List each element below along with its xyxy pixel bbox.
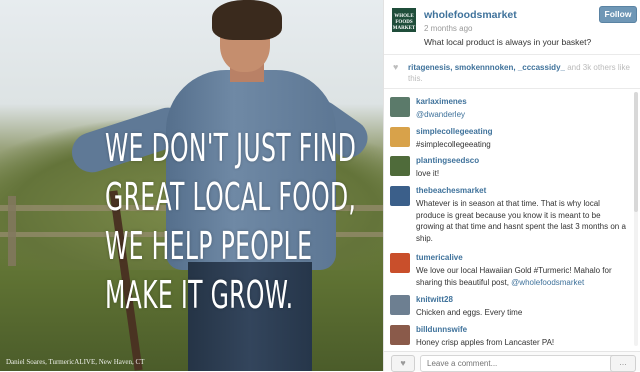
overlay-line: WE HELP PEOPLE <box>105 224 313 268</box>
comment-text: Chicken and eggs. Every time <box>416 308 523 317</box>
comment-text: love it! <box>416 169 440 178</box>
scrollbar-thumb[interactable] <box>634 92 638 212</box>
avatar[interactable] <box>390 156 410 176</box>
photo-overlay-text: WE DON'T JUST FIND GREAT LOCAL FOOD, WE … <box>105 124 357 320</box>
comment-text: We love our local Hawaiian Gold #Turmeri… <box>416 265 626 288</box>
comments-list[interactable]: karlaximenes @dwanderley simplecollegeea… <box>384 89 640 351</box>
comments-scrollbar[interactable] <box>634 92 638 346</box>
more-options-button[interactable]: ... <box>610 355 636 372</box>
comment-mention[interactable]: @wholefoodsmarket <box>511 278 584 287</box>
post-header: WHOLE FOODS MARKET wholefoodsmarket 2 mo… <box>384 0 640 55</box>
comment-username[interactable]: simplecollegeeating <box>416 127 492 136</box>
post-photo: WE DON'T JUST FIND GREAT LOCAL FOOD, WE … <box>0 0 383 371</box>
profile-logo[interactable]: WHOLE FOODS MARKET <box>392 8 416 32</box>
comment-bar: ♥ ... <box>384 351 640 372</box>
post-caption: What local product is always in your bas… <box>424 37 592 47</box>
post-timestamp[interactable]: 2 months ago <box>424 24 472 33</box>
heart-icon: ♥ <box>393 62 399 72</box>
comment-input[interactable] <box>420 355 616 372</box>
avatar[interactable] <box>390 127 410 147</box>
farmer-hair <box>212 0 282 40</box>
overlay-line: WE DON'T JUST FIND <box>105 126 357 170</box>
comment-username[interactable]: billdunnswife <box>416 325 467 334</box>
likes-summary: ♥ ritagenesis, smokennnoken, _cccassidy_… <box>384 55 640 89</box>
photo-credit: Daniel Soares, TurmericALIVE, New Haven,… <box>6 358 145 366</box>
overlay-line: MAKE IT GROW. <box>105 273 294 317</box>
overlay-line: GREAT LOCAL FOOD, <box>105 175 357 219</box>
comment-text[interactable]: @dwanderley <box>416 109 626 121</box>
comment-username[interactable]: karlaximenes <box>416 97 467 106</box>
heart-icon: ♥ <box>400 358 406 368</box>
post-details-panel: WHOLE FOODS MARKET wholefoodsmarket 2 mo… <box>383 0 640 372</box>
comment-text: #simplecollegeeating <box>416 140 491 149</box>
comment-username[interactable]: thebeachesmarket <box>416 186 486 195</box>
avatar[interactable] <box>390 325 410 345</box>
avatar[interactable] <box>390 253 410 273</box>
avatar[interactable] <box>390 97 410 117</box>
comment-username[interactable]: plantingseedsco <box>416 156 479 165</box>
comment-text: Whatever is in season at that time. That… <box>416 199 626 243</box>
comment-username[interactable]: tumericalive <box>416 253 463 262</box>
follow-button[interactable]: Follow <box>599 6 637 23</box>
avatar[interactable] <box>390 295 410 315</box>
likers-names[interactable]: ritagenesis, smokennnoken, _cccassidy_ <box>408 63 565 72</box>
fence-post <box>8 196 16 266</box>
like-button[interactable]: ♥ <box>391 355 415 372</box>
avatar[interactable] <box>390 186 410 206</box>
post-username[interactable]: wholefoodsmarket <box>424 9 517 21</box>
comment-username[interactable]: knitwitt28 <box>416 295 453 304</box>
comment-text: Honey crisp apples from Lancaster PA! <box>416 338 555 347</box>
